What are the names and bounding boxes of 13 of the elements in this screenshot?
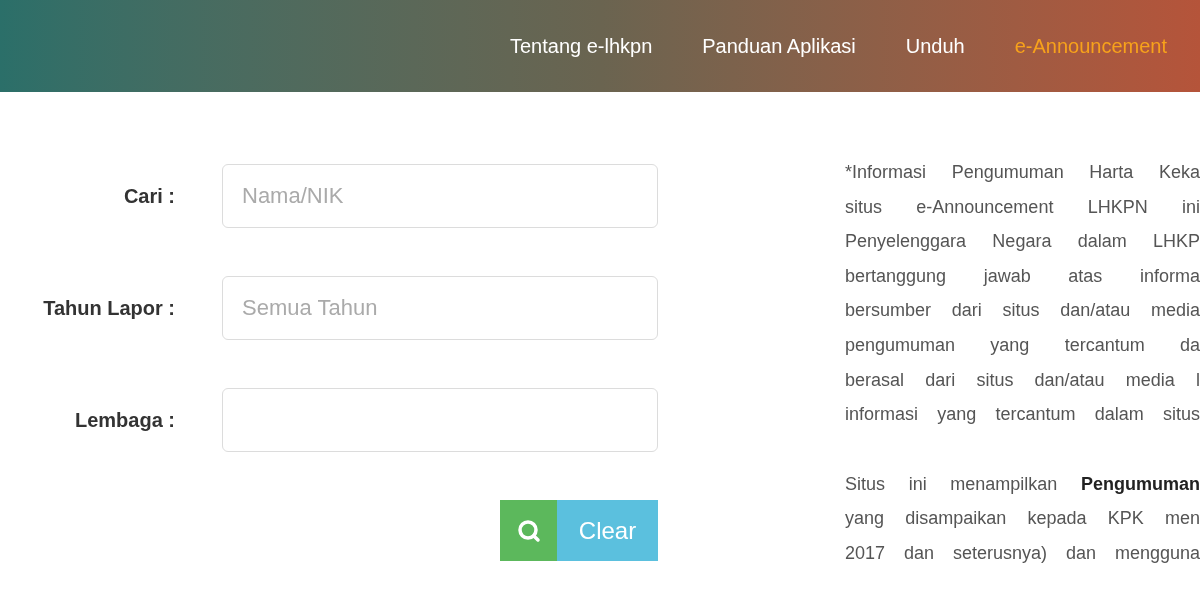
input-field[interactable]: Semua Tahun bbox=[222, 276, 658, 341]
search-button[interactable] bbox=[500, 500, 557, 562]
search-icon bbox=[516, 518, 541, 543]
nav-link[interactable]: Tentang e-lhkpn bbox=[509, 31, 653, 61]
notice-paragraph: *Informasi Pengumuman Harta Keka situs e-Announcement LHKPN ini Penyelenggara Negara dalam LHKP bertanggung jawab atas informa bersumber dari situs dan/atau media pengumuman yang tercantum da berasal dari situs dan/atau media l informasi yang tercantum dalam situs bbox=[845, 161, 1200, 427]
nav-link[interactable]: Unduh bbox=[905, 31, 965, 61]
field-label: Cari : bbox=[123, 184, 175, 210]
input-field[interactable]: Nama/NIK bbox=[222, 164, 658, 229]
nav-link[interactable]: Panduan Aplikasi bbox=[702, 31, 856, 61]
notice-paragraph: Situs ini menampilkan Pengumuman yang disampaikan kepada KPK men 2017 dan seterusnya) dan mengguna bbox=[845, 472, 1200, 565]
field-label: Tahun Lapor : bbox=[43, 296, 175, 322]
field-label: Lembaga : bbox=[74, 408, 175, 434]
input-field[interactable] bbox=[222, 388, 658, 453]
